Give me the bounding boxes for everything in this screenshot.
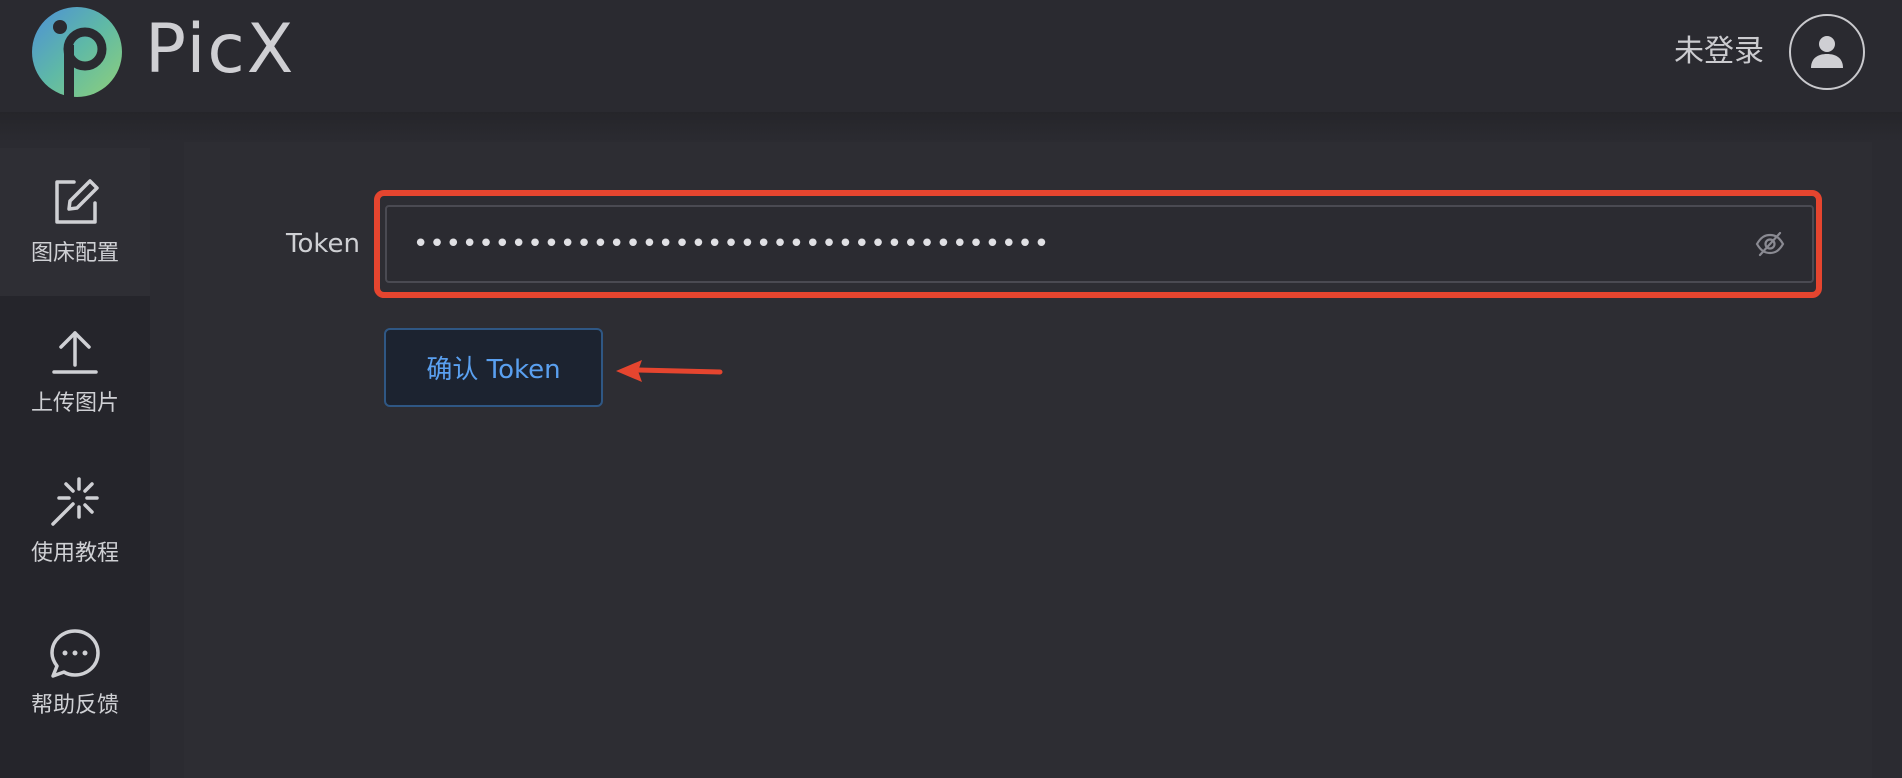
sidebar-item-image-host-config[interactable]: 图床配置 [0, 148, 150, 296]
upload-icon [48, 325, 102, 379]
app-name[interactable]: PicX [145, 6, 295, 94]
login-status[interactable]: 未登录 [1674, 32, 1764, 72]
picx-logo-icon[interactable] [30, 5, 124, 99]
edit-icon [48, 175, 102, 229]
sidebar-item-upload-image[interactable]: 上传图片 [0, 298, 150, 446]
sidebar-item-label: 上传图片 [30, 391, 119, 416]
annotation-arrow-icon [616, 360, 723, 382]
user-avatar[interactable] [1789, 14, 1865, 90]
sidebar-item-label: 帮助反馈 [30, 693, 119, 718]
sidebar: 图床配置 上传图片 使用教程 帮助反馈 [0, 148, 150, 778]
confirm-token-button[interactable]: 确认 Token [384, 328, 603, 407]
sidebar-item-label: 图床配置 [30, 241, 119, 266]
annotation-highlight-box [374, 190, 1822, 298]
sidebar-item-tutorial[interactable]: 使用教程 [0, 448, 150, 596]
header-divider [0, 112, 1902, 142]
sidebar-item-help-feedback[interactable]: 帮助反馈 [0, 600, 150, 748]
user-avatar-icon [1811, 36, 1843, 68]
chat-bubble-icon [48, 627, 102, 681]
sidebar-item-label: 使用教程 [30, 541, 119, 566]
magic-wand-icon [48, 475, 102, 529]
token-label: Token [286, 229, 360, 259]
app-header: PicX 未登录 [0, 0, 1902, 112]
